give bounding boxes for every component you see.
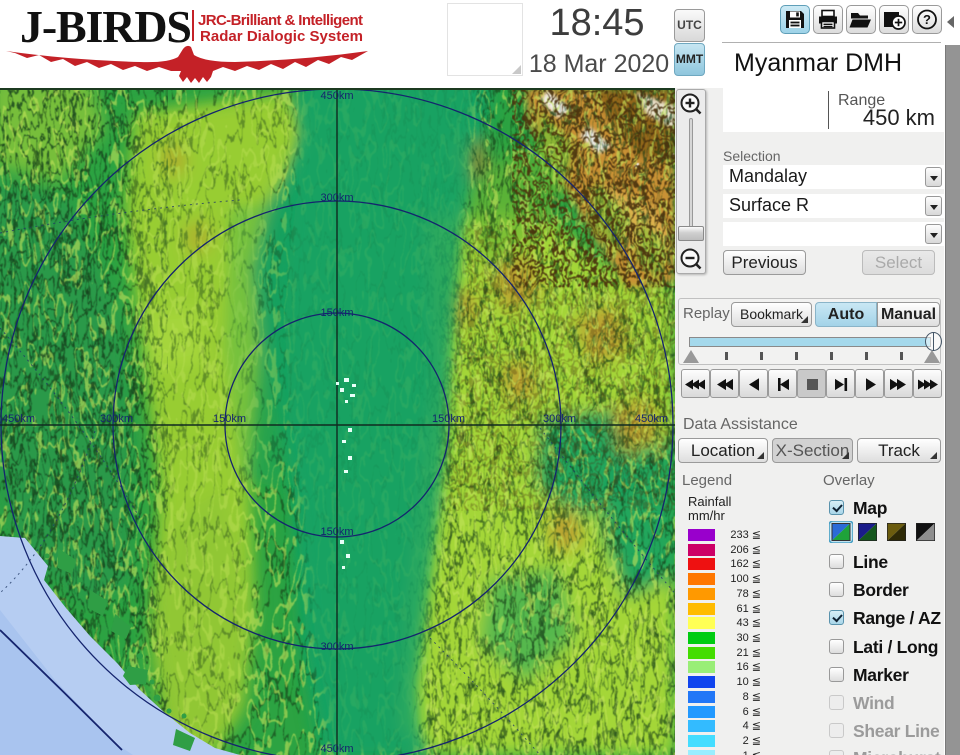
svg-text:300km: 300km xyxy=(320,192,353,204)
svg-text:J-BIRDS: J-BIRDS xyxy=(20,1,192,52)
svg-text:300km: 300km xyxy=(543,413,576,425)
svg-text:150km: 150km xyxy=(320,307,353,319)
svg-text:?: ? xyxy=(923,12,931,27)
svg-text:300km: 300km xyxy=(320,641,353,653)
svg-text:450km: 450km xyxy=(635,413,668,425)
svg-text:450km: 450km xyxy=(320,743,353,755)
svg-text:450km: 450km xyxy=(2,413,35,425)
svg-text:150km: 150km xyxy=(213,413,246,425)
svg-text:150km: 150km xyxy=(320,526,353,538)
svg-text:Radar Dialogic System: Radar Dialogic System xyxy=(200,28,363,45)
svg-text:150km: 150km xyxy=(432,413,465,425)
svg-text:300km: 300km xyxy=(100,413,133,425)
svg-text:JRC-Brilliant & Intelligent: JRC-Brilliant & Intelligent xyxy=(198,12,363,29)
